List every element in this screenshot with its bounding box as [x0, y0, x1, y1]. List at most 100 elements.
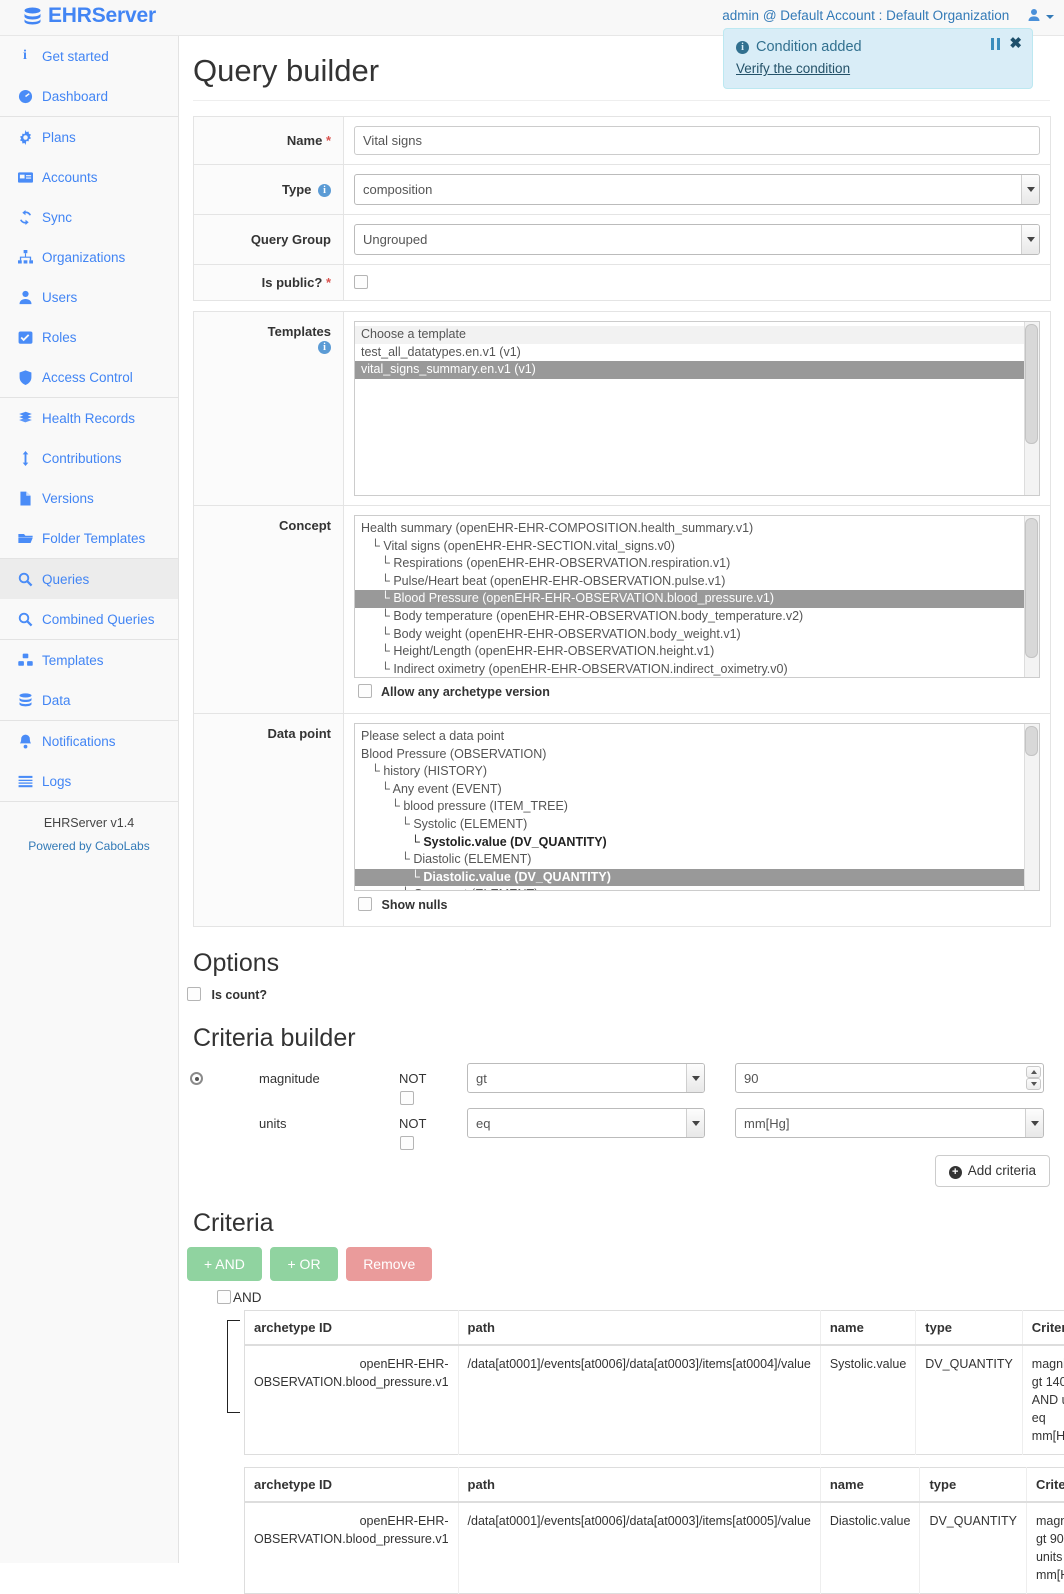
sidebar-item-templates[interactable]: Templates: [0, 640, 178, 680]
sidebar-item-combined-queries[interactable]: Combined Queries: [0, 599, 178, 639]
sidebar-item-plans[interactable]: Plans: [0, 117, 178, 157]
concept-option[interactable]: └ Blood Pressure (openEHR-EHR-OBSERVATIO…: [355, 590, 1039, 608]
data-point-scrollbar[interactable]: [1024, 724, 1039, 890]
type-label: Type i: [194, 165, 344, 215]
stepper-down-icon[interactable]: [1026, 1078, 1041, 1090]
alert-action-link[interactable]: Verify the condition: [736, 61, 1020, 76]
concept-option[interactable]: └ Pulse/Heart beat (openEHR-EHR-OBSERVAT…: [355, 573, 1039, 591]
units-select-1[interactable]: mm[Hg]: [735, 1108, 1044, 1138]
criteria-row-radio[interactable]: [190, 1072, 203, 1085]
templates-listbox[interactable]: Choose a templatetest_all_datatypes.en.v…: [354, 321, 1040, 496]
sidebar-item-label: Access Control: [42, 370, 133, 385]
concept-option[interactable]: └ Body temperature (openEHR-EHR-OBSERVAT…: [355, 608, 1039, 626]
sidebar-item-queries[interactable]: Queries: [0, 559, 178, 599]
data-point-option[interactable]: └ history (HISTORY): [355, 763, 1039, 781]
number-stepper-0[interactable]: [1026, 1066, 1041, 1090]
table-row: openEHR-EHR-OBSERVATION.blood_pressure.v…: [245, 1502, 1064, 1594]
data-point-option[interactable]: └ Systolic.value (DV_QUANTITY): [355, 834, 1039, 852]
concept-listbox[interactable]: Health summary (openEHR-EHR-COMPOSITION.…: [354, 515, 1040, 678]
cell-type: DV_QUANTITY: [920, 1502, 1027, 1594]
data-point-option[interactable]: └ Any event (EVENT): [355, 781, 1039, 799]
value-input-0[interactable]: [735, 1063, 1044, 1093]
cubes-icon: [17, 653, 33, 668]
organization-link[interactable]: Default Organization: [886, 8, 1009, 23]
sidebar-item-accounts[interactable]: Accounts: [0, 157, 178, 197]
data-point-option[interactable]: └ Diastolic.value (DV_QUANTITY): [355, 869, 1039, 887]
user-menu-button[interactable]: [1027, 8, 1054, 25]
data-point-option[interactable]: Blood Pressure (OBSERVATION): [355, 746, 1039, 764]
alert-header: i Condition added: [736, 39, 1020, 55]
operator-select-0[interactable]: gt: [467, 1063, 705, 1093]
data-point-option[interactable]: └ Systolic (ELEMENT): [355, 816, 1039, 834]
template-option[interactable]: test_all_datatypes.en.v1 (v1): [355, 344, 1039, 362]
column-header-type: type: [916, 1311, 1023, 1346]
stepper-up-icon[interactable]: [1026, 1066, 1041, 1078]
pause-icon[interactable]: [991, 38, 1000, 50]
show-nulls-checkbox[interactable]: [358, 897, 372, 911]
user-link[interactable]: admin: [722, 8, 759, 23]
concept-option[interactable]: └ Vital signs (openEHR-EHR-SECTION.vital…: [355, 538, 1039, 556]
add-and-button[interactable]: + AND: [187, 1247, 262, 1281]
sidebar-item-data[interactable]: Data: [0, 680, 178, 720]
list-icon: [17, 774, 33, 789]
is-public-checkbox[interactable]: [354, 275, 368, 289]
not-checkbox-0[interactable]: [400, 1091, 414, 1106]
sidebar-item-label: Templates: [42, 653, 104, 668]
scroll-thumb[interactable]: [1025, 726, 1038, 756]
sidebar-group: QueriesCombined Queries: [0, 559, 178, 640]
is-count-checkbox[interactable]: [187, 987, 201, 1001]
sidebar-item-contributions[interactable]: Contributions: [0, 438, 178, 478]
concept-scrollbar[interactable]: [1024, 516, 1039, 677]
sidebar-item-notifications[interactable]: Notifications: [0, 721, 178, 761]
sidebar-item-health-records[interactable]: Health Records: [0, 398, 178, 438]
sitemap-icon: [17, 250, 33, 265]
concept-option[interactable]: └ Height/Length (openEHR-EHR-OBSERVATION…: [355, 643, 1039, 661]
account-link[interactable]: Default Account: [780, 8, 875, 23]
allow-any-archetype-version-checkbox[interactable]: [358, 684, 372, 698]
data-point-option[interactable]: └ Comment (ELEMENT): [355, 886, 1039, 891]
data-point-listbox[interactable]: Please select a data pointBlood Pressure…: [354, 723, 1040, 891]
concept-option[interactable]: └ Indirect oximetry (openEHR-EHR-OBSERVA…: [355, 661, 1039, 678]
data-point-option[interactable]: └ blood pressure (ITEM_TREE): [355, 798, 1039, 816]
tree-branch: [227, 1320, 240, 1321]
info-icon-templates[interactable]: i: [318, 341, 331, 354]
remove-button[interactable]: Remove: [346, 1247, 432, 1281]
sidebar-item-roles[interactable]: Roles: [0, 317, 178, 357]
type-select[interactable]: composition: [354, 174, 1040, 205]
scroll-thumb[interactable]: [1025, 324, 1038, 444]
templates-scrollbar[interactable]: [1024, 322, 1039, 495]
notification-alert: i Condition added Verify the condition ✖: [723, 28, 1033, 89]
sidebar-item-get-started[interactable]: iGet started: [0, 36, 178, 76]
criteria-field-0: magnitude: [259, 1071, 320, 1086]
template-option[interactable]: vital_signs_summary.en.v1 (v1): [355, 361, 1039, 379]
name-input[interactable]: [354, 126, 1040, 155]
tree-branch: [227, 1412, 240, 1413]
not-checkbox-1[interactable]: [400, 1136, 414, 1151]
data-point-option[interactable]: Please select a data point: [355, 728, 1039, 746]
concept-option[interactable]: └ Body weight (openEHR-EHR-OBSERVATION.b…: [355, 626, 1039, 644]
sidebar-item-versions[interactable]: Versions: [0, 478, 178, 518]
concept-label: Concept: [194, 506, 344, 714]
sidebar-item-folder-templates[interactable]: Folder Templates: [0, 518, 178, 558]
query-group-select[interactable]: Ungrouped: [354, 224, 1040, 255]
sidebar-item-logs[interactable]: Logs: [0, 761, 178, 801]
sidebar-item-sync[interactable]: Sync: [0, 197, 178, 237]
sidebar-item-dashboard[interactable]: Dashboard: [0, 76, 178, 116]
sidebar-item-organizations[interactable]: Organizations: [0, 237, 178, 277]
app-logo[interactable]: EHRServer: [22, 4, 156, 28]
sidebar-item-users[interactable]: Users: [0, 277, 178, 317]
info-icon-type[interactable]: i: [318, 184, 331, 197]
add-or-button[interactable]: + OR: [270, 1247, 337, 1281]
sidebar-footer: EHRServer v1.4 Powered by CaboLabs: [0, 802, 178, 853]
scroll-thumb[interactable]: [1025, 518, 1038, 658]
criteria-group-checkbox[interactable]: [217, 1290, 231, 1304]
template-option[interactable]: Choose a template: [355, 326, 1039, 344]
data-point-option[interactable]: └ Diastolic (ELEMENT): [355, 851, 1039, 869]
powered-by-link[interactable]: Powered by CaboLabs: [0, 839, 178, 853]
concept-option[interactable]: Health summary (openEHR-EHR-COMPOSITION.…: [355, 520, 1039, 538]
add-criteria-button[interactable]: +Add criteria: [935, 1155, 1050, 1187]
concept-option[interactable]: └ Respirations (openEHR-EHR-OBSERVATION.…: [355, 555, 1039, 573]
sidebar-item-access-control[interactable]: Access Control: [0, 357, 178, 397]
operator-select-1[interactable]: eq: [467, 1108, 705, 1138]
close-icon[interactable]: ✖: [1009, 38, 1022, 50]
